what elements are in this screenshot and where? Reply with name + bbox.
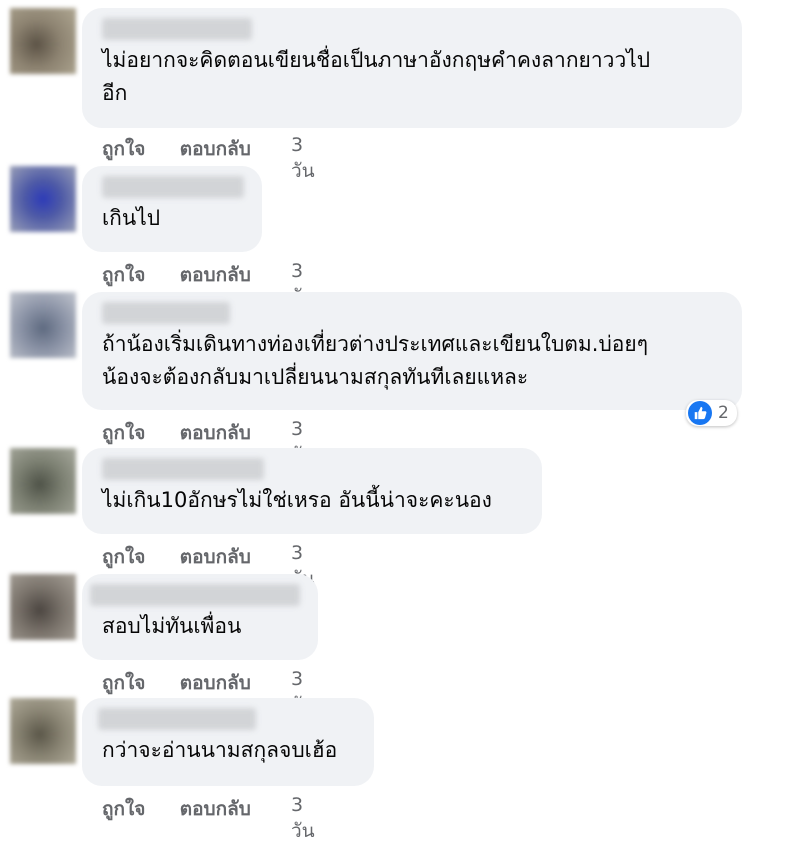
comment-text: ถ้าน้องเริ่มเดินทางท่องเที่ยวต่างประเทศแ… [102,332,648,389]
avatar[interactable] [10,292,76,358]
timestamp[interactable]: 3 วัน [291,794,330,846]
avatar[interactable] [10,8,76,74]
comment-text: ไม่เกิน10อักษรไม่ใช่เหรอ อันนี้น่าจะคะนอ… [102,488,492,512]
timestamp[interactable]: 3 วัน [291,134,330,186]
reaction-badge[interactable]: 2 [686,400,737,426]
comment-bubble: เกินไป [82,166,262,252]
comment-bubble: สอบไม่ทันเพื่อน [82,574,318,660]
avatar[interactable] [10,574,76,640]
like-button[interactable]: ถูกใจ [102,794,180,846]
reaction-count: 2 [718,403,729,423]
commenter-name[interactable] [102,176,244,198]
comment-bubble: ไม่เกิน10อักษรไม่ใช่เหรอ อันนี้น่าจะคะนอ… [82,448,542,534]
commenter-name[interactable] [98,708,256,730]
avatar[interactable] [10,698,76,764]
comment-bubble: กว่าจะอ่านนามสกุลจบเฮ้อ [82,698,374,786]
comment-text: ไม่อยากจะคิดตอนเขียนชื่อเป็นภาษาอังกฤษคำ… [102,48,651,105]
reply-button[interactable]: ตอบกลับ [180,794,291,846]
avatar[interactable] [10,166,76,232]
commenter-name[interactable] [102,302,230,324]
commenter-name[interactable] [90,584,300,606]
comment-text: เกินไป [102,206,161,230]
comment-text: สอบไม่ทันเพื่อน [102,614,242,638]
avatar[interactable] [10,448,76,514]
comment-text: กว่าจะอ่านนามสกุลจบเฮ้อ [102,738,338,762]
comment-bubble: ถ้าน้องเริ่มเดินทางท่องเที่ยวต่างประเทศแ… [82,292,742,410]
comment-actions: ถูกใจ ตอบกลับ 3 วัน [102,794,330,846]
comment-bubble: ไม่อยากจะคิดตอนเขียนชื่อเป็นภาษาอังกฤษคำ… [82,8,742,128]
commenter-name[interactable] [102,18,252,40]
thumbs-up-icon [688,401,712,425]
commenter-name[interactable] [102,458,264,480]
